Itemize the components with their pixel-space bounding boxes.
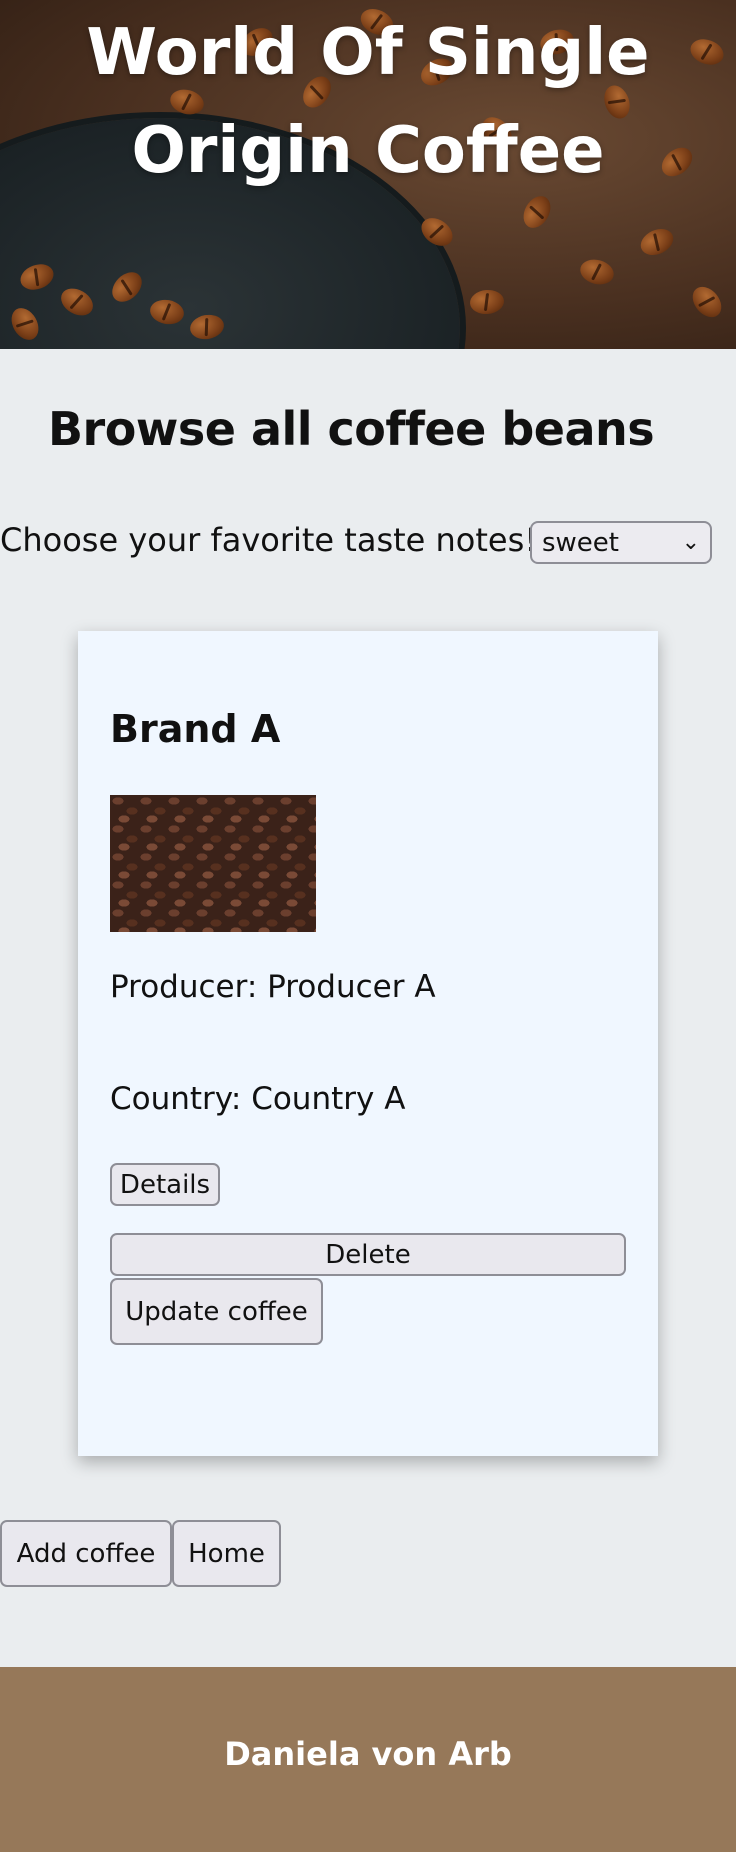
- coffee-country: Country: Country A: [110, 1081, 406, 1117]
- taste-notes-select[interactable]: sweet ⌄: [530, 521, 712, 564]
- coffee-bean-image: [636, 223, 678, 261]
- add-coffee-button[interactable]: Add coffee: [0, 1520, 172, 1587]
- coffee-beans-image: [110, 795, 316, 932]
- site-title: World Of Single Origin Coffee: [86, 16, 650, 188]
- coffee-bean-image: [686, 281, 728, 323]
- chevron-down-icon: ⌄: [681, 530, 700, 555]
- coffee-card: Brand A Producer: Producer A Country: Co…: [78, 631, 658, 1456]
- home-button[interactable]: Home: [172, 1520, 281, 1587]
- page-title: Browse all coffee beans: [48, 402, 655, 456]
- update-coffee-button[interactable]: Update coffee: [110, 1278, 323, 1345]
- coffee-bean-image: [577, 256, 617, 288]
- hero-banner: World Of Single Origin Coffee: [0, 0, 736, 349]
- details-button[interactable]: Details: [110, 1163, 220, 1206]
- taste-notes-selected-value: sweet: [542, 527, 619, 558]
- footer: Daniela von Arb: [0, 1667, 736, 1852]
- coffee-brand: Brand A: [110, 707, 281, 751]
- coffee-bean-image: [469, 288, 505, 316]
- taste-notes-label: Choose your favorite taste notes!: [0, 521, 538, 559]
- delete-button[interactable]: Delete: [110, 1233, 626, 1276]
- footer-author: Daniela von Arb: [224, 1735, 512, 1773]
- coffee-producer: Producer: Producer A: [110, 969, 436, 1005]
